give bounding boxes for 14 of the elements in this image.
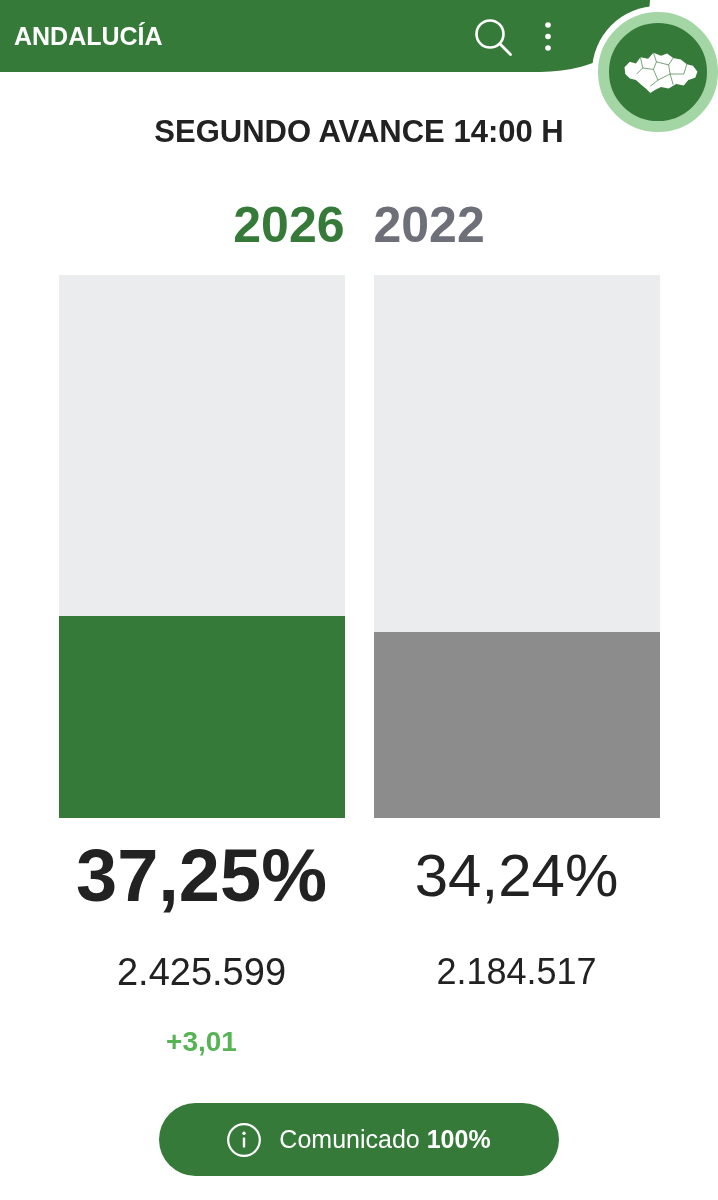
vote-count: 2.184.517 [436,953,597,991]
more-options-icon[interactable] [544,20,552,52]
search-icon[interactable] [474,18,512,56]
year-label: 2026 [232,200,345,250]
header-title: ANDALUCÍA [14,23,163,49]
percentage-value: 37,25% [76,839,327,913]
vote-count: 2.425.599 [116,953,287,991]
year-label: 2022 [373,200,486,250]
section-title: SEGUNDO AVANCE 14:00 H [153,116,565,147]
info-icon [227,1122,262,1157]
difference-value: +3,01 [166,1028,237,1056]
communication-button[interactable]: Comunicado 100% [159,1103,559,1176]
percentage-value: 34,24% [414,841,619,911]
map-icon [623,50,699,94]
